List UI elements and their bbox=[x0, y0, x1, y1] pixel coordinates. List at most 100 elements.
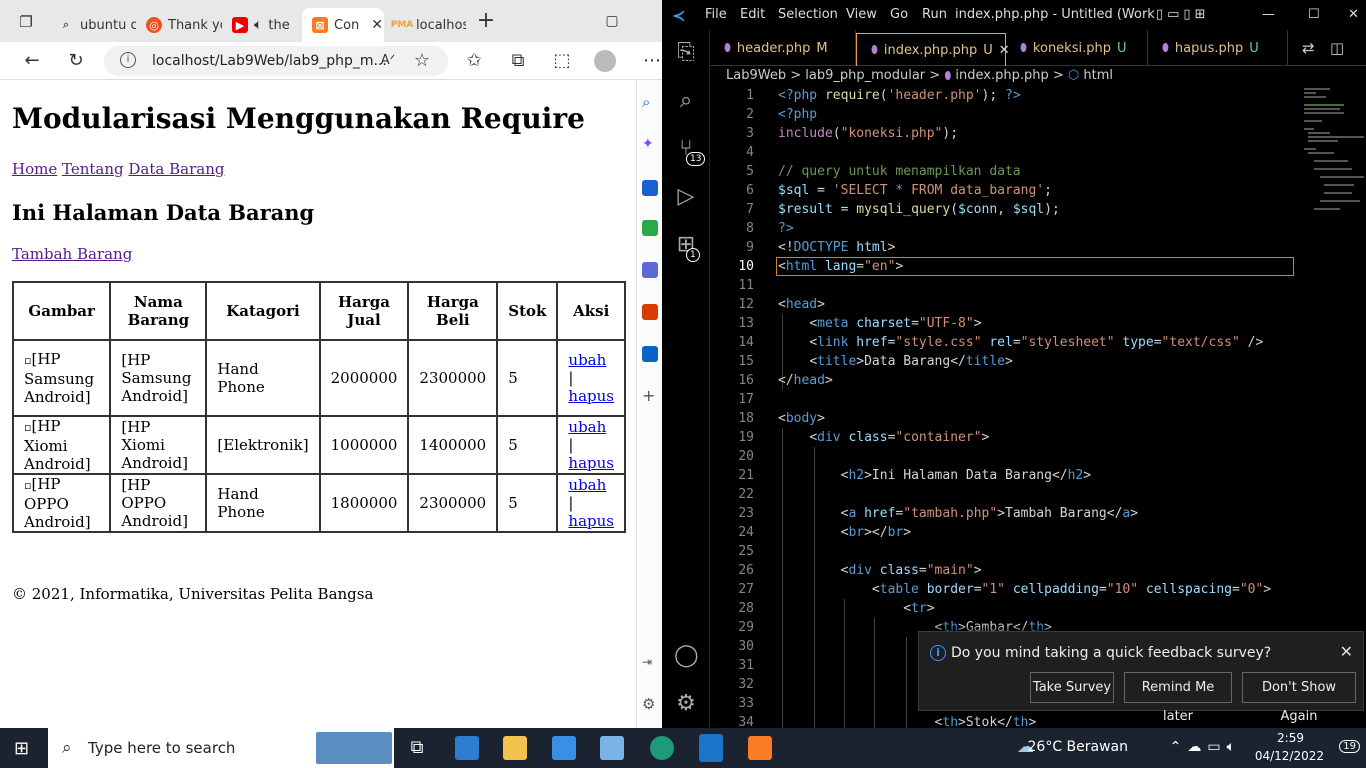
layout-icons[interactable]: ▯▭▯⊞ bbox=[1156, 7, 1209, 22]
search-icon: ⌕ bbox=[62, 738, 72, 758]
breadcrumb-item[interactable]: lab9_php_modular bbox=[805, 68, 925, 83]
explorer-icon[interactable]: ⎘ bbox=[674, 41, 698, 65]
cell-harga-beli: 2300000 bbox=[407, 473, 499, 533]
browser-tab[interactable]: ⌕ ubuntu c bbox=[48, 8, 136, 42]
notification-count-badge[interactable]: 19 bbox=[1339, 740, 1360, 753]
nav-data-barang-link[interactable]: Data Barang bbox=[128, 160, 224, 178]
games-icon[interactable] bbox=[642, 262, 658, 278]
menu-go[interactable]: Go bbox=[890, 7, 908, 22]
copilot-icon[interactable]: ✦ bbox=[642, 136, 658, 152]
collections-icon[interactable]: ⧉ bbox=[506, 50, 530, 72]
speaker-icon[interactable]: 🔈︎ bbox=[254, 17, 262, 33]
minimize-icon[interactable]: — bbox=[1262, 7, 1275, 22]
menu-view[interactable]: View bbox=[846, 7, 877, 22]
tambah-barang-link[interactable]: Tambah Barang bbox=[12, 245, 132, 263]
nav-tentang-link[interactable]: Tentang bbox=[62, 160, 124, 178]
xampp-icon[interactable] bbox=[748, 736, 772, 760]
weather-text[interactable]: 26°C Berawan bbox=[1028, 739, 1129, 755]
split-editor-icon[interactable]: ◫ bbox=[1330, 39, 1344, 57]
cell-harga-beli: 2300000 bbox=[407, 339, 499, 417]
clock-date[interactable]: 04/12/2022 bbox=[1255, 749, 1324, 763]
extension-icon[interactable]: ⬚ bbox=[550, 50, 574, 72]
tab-label: header.php bbox=[736, 40, 811, 56]
ubah-link[interactable]: ubah bbox=[568, 418, 606, 436]
refresh-icon[interactable]: ↻ bbox=[64, 50, 88, 72]
file-explorer-icon[interactable] bbox=[503, 736, 527, 760]
close-notification-icon[interactable]: ✕ bbox=[1340, 642, 1353, 661]
settings-gear-icon[interactable]: ⚙ bbox=[674, 692, 698, 716]
remind-me-later-button[interactable]: Remind Me later bbox=[1124, 672, 1232, 724]
compare-changes-icon[interactable]: ⇄ bbox=[1302, 39, 1315, 57]
taskbar-search[interactable]: ⌕ Type here to search bbox=[48, 728, 394, 768]
editor-tab[interactable]: ⬮ header.php M bbox=[710, 30, 856, 66]
breadcrumb-item[interactable]: html bbox=[1083, 68, 1113, 83]
read-aloud-icon[interactable]: Aᐟ bbox=[376, 50, 400, 72]
account-icon[interactable]: ◯ bbox=[674, 644, 699, 668]
office-icon[interactable] bbox=[642, 304, 658, 320]
menu-edit[interactable]: Edit bbox=[740, 7, 765, 22]
tab-label: localhos bbox=[416, 17, 466, 33]
profile-avatar[interactable] bbox=[594, 50, 616, 72]
edge-icon[interactable] bbox=[650, 736, 674, 760]
favorites-icon[interactable]: ✩ bbox=[462, 50, 486, 72]
new-tab-icon[interactable]: + bbox=[474, 10, 498, 32]
ubah-link[interactable]: ubah bbox=[568, 476, 606, 494]
shopping-icon[interactable] bbox=[642, 180, 658, 196]
browser-tab[interactable]: ▶ 🔈︎ the bbox=[222, 8, 302, 42]
dont-show-again-button[interactable]: Don't Show Again bbox=[1242, 672, 1356, 724]
mail-icon[interactable] bbox=[455, 736, 479, 760]
task-view-icon[interactable]: ⧉ bbox=[405, 736, 429, 760]
editor-tab[interactable]: ⬮ hapus.php U bbox=[1148, 30, 1288, 66]
column-header: Katagori bbox=[205, 281, 321, 341]
search-placeholder: Type here to search bbox=[88, 739, 236, 757]
info-icon[interactable]: i bbox=[120, 52, 136, 68]
browser-tab[interactable]: ◎ Thank yo bbox=[136, 8, 222, 42]
start-windows-icon[interactable]: ⊞ bbox=[14, 738, 29, 759]
maximize-icon[interactable]: ☐ bbox=[1308, 7, 1320, 22]
tools-icon[interactable] bbox=[642, 220, 658, 236]
browser-tab[interactable]: PMA localhos bbox=[384, 8, 466, 42]
breadcrumb-item[interactable]: index.php.php bbox=[955, 68, 1048, 83]
virtualbox-icon[interactable] bbox=[600, 736, 624, 760]
close-tab-icon[interactable]: ✕ bbox=[371, 17, 383, 33]
search-icon[interactable]: ⌕ bbox=[642, 94, 658, 110]
add-favorite-icon[interactable]: ☆ bbox=[410, 50, 434, 72]
tab-status: U bbox=[983, 42, 993, 58]
breadcrumb-item[interactable]: Lab9Web bbox=[726, 68, 786, 83]
settings-icon[interactable]: ⚙ bbox=[642, 696, 658, 712]
menu-selection[interactable]: Selection bbox=[778, 7, 838, 22]
column-header: Stok bbox=[496, 281, 559, 341]
editor-tab[interactable]: ⬮ koneksi.php U bbox=[1006, 30, 1148, 66]
minimize-icon[interactable]: ▢ bbox=[600, 10, 624, 32]
tab-label: Con bbox=[334, 17, 360, 33]
tab-label: koneksi.php bbox=[1032, 40, 1111, 56]
hapus-link[interactable]: hapus bbox=[568, 454, 614, 472]
hapus-link[interactable]: hapus bbox=[568, 387, 614, 405]
minimap[interactable] bbox=[1300, 86, 1366, 216]
close-window-icon[interactable]: ✕ bbox=[1348, 7, 1359, 22]
store-icon[interactable] bbox=[552, 736, 576, 760]
nav-home-link[interactable]: Home bbox=[12, 160, 57, 178]
ubah-link[interactable]: ubah bbox=[568, 351, 606, 369]
hapus-link[interactable]: hapus bbox=[568, 512, 614, 530]
more-menu-icon[interactable]: ⋯ bbox=[640, 50, 662, 72]
tray-icons[interactable]: ⌃☁▭🔈︎ bbox=[1170, 739, 1241, 755]
clock-time[interactable]: 2:59 bbox=[1277, 731, 1304, 745]
vscode-taskbar-icon[interactable] bbox=[699, 734, 723, 762]
editor-tab-active[interactable]: ⬮ index.php.php U ✕ bbox=[856, 33, 1010, 66]
run-debug-icon[interactable]: ▷ bbox=[674, 185, 698, 209]
outlook-icon[interactable] bbox=[642, 346, 658, 362]
back-icon[interactable]: ← bbox=[20, 50, 44, 72]
add-icon[interactable]: + bbox=[642, 388, 658, 404]
notification-message: Do you mind taking a quick feedback surv… bbox=[951, 645, 1272, 661]
sidebar-toggle-icon[interactable]: ⇥ bbox=[642, 654, 658, 670]
tab-actions-icon[interactable]: ❐ bbox=[14, 11, 38, 33]
search-icon[interactable]: ⌕ bbox=[674, 89, 698, 113]
tab-label: index.php.php bbox=[883, 42, 978, 58]
take-survey-button[interactable]: Take Survey bbox=[1030, 672, 1114, 703]
browser-tab-active[interactable]: ⊠ Con ✕ bbox=[302, 8, 384, 42]
cell-stok: 5 bbox=[496, 415, 559, 475]
menu-run[interactable]: Run bbox=[922, 7, 947, 22]
menu-file[interactable]: File bbox=[705, 7, 727, 22]
page-nav: Home Tentang Data Barang bbox=[12, 160, 224, 178]
